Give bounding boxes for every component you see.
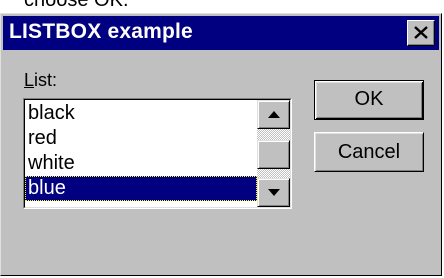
list-item-red[interactable]: red [25,126,257,151]
screen: choose OK. LISTBOX example List: black r… [0,0,444,278]
window-title: LISTBOX example [9,20,193,43]
list-item-black[interactable]: black [25,101,257,126]
list-label: List: [24,70,57,91]
listbox-dialog: LISTBOX example List: black red white bl… [0,13,442,276]
list-item-blue-selected[interactable]: blue [25,176,257,201]
listbox-frame: black red white blue [24,99,291,208]
close-button[interactable] [407,20,435,46]
scroll-up-button[interactable] [257,100,290,129]
close-icon [414,26,428,39]
scroll-up-arrow-icon [268,111,280,118]
list-item-white[interactable]: white [25,151,257,176]
cancel-button[interactable]: Cancel [314,132,424,172]
listbox[interactable]: black red white blue [23,98,292,209]
scroll-down-button[interactable] [257,178,290,207]
scroll-thumb[interactable] [257,140,290,169]
listbox-items: black red white blue [25,101,257,201]
list-label-text: ist: [34,70,58,90]
vertical-scrollbar[interactable] [257,100,290,207]
scroll-down-arrow-icon [268,189,280,196]
background-text: choose OK. [24,0,129,11]
title-bar[interactable]: LISTBOX example [3,16,439,50]
ok-button[interactable]: OK [314,80,424,120]
list-label-accelerator: L [24,70,35,90]
